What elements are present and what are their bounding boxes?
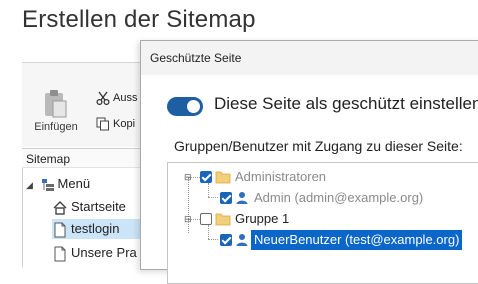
cut-button[interactable]: Auss <box>96 90 137 106</box>
cut-label: Auss <box>113 92 138 104</box>
access-tree: ⊟ ⊟ Administratoren Admin (admin@example… <box>167 162 478 284</box>
sitemap-icon <box>41 178 54 191</box>
sitemap-item-label: Unsere Pra <box>71 245 137 260</box>
protect-toggle-label: Diese Seite als geschützt einstellen <box>214 94 478 113</box>
checkbox-admin[interactable] <box>220 192 232 204</box>
user-icon <box>236 192 248 204</box>
collapse-icon[interactable]: ⊟ <box>184 172 192 183</box>
sitemap-item-startseite[interactable]: Startseite <box>52 197 126 217</box>
copy-icon <box>96 117 109 131</box>
tree-item-label: Admin (admin@example.org) <box>254 190 424 205</box>
sitemap-item-unsere-praxis[interactable]: Unsere Pra <box>52 243 137 263</box>
folder-icon <box>215 213 231 226</box>
tree-connector <box>208 197 218 198</box>
checkbox-neuerbenutzer[interactable] <box>220 234 232 246</box>
page-icon <box>54 246 66 262</box>
paste-button[interactable]: Einfügen <box>30 88 82 138</box>
copy-button[interactable]: Kopi <box>96 116 135 132</box>
home-icon <box>53 200 67 215</box>
tree-connector <box>208 225 209 239</box>
tree-item-label: Gruppe 1 <box>235 211 290 226</box>
checkbox-gruppe-1[interactable] <box>200 213 212 225</box>
paste-label: Einfügen <box>34 121 78 133</box>
expand-arrow-icon[interactable]: ◢ <box>26 180 33 190</box>
scissors-icon <box>96 91 110 106</box>
dialog-title: Geschützte Seite <box>141 41 478 75</box>
page-icon <box>54 222 66 238</box>
sitemap-item-label: Startseite <box>71 199 126 214</box>
copy-label: Kopi <box>113 118 136 130</box>
tree-connector <box>208 183 209 197</box>
protected-page-dialog: Geschützte Seite Diese Seite als geschüt… <box>140 40 478 284</box>
protect-toggle[interactable] <box>167 97 203 116</box>
folder-icon <box>215 171 231 184</box>
sitemap-item-label: testlogin <box>71 221 120 236</box>
toggle-knob <box>187 100 200 113</box>
tree-connector <box>208 239 218 240</box>
user-icon <box>236 234 248 246</box>
collapse-icon[interactable]: ⊟ <box>184 214 192 225</box>
tree-item-label: NeuerBenutzer (test@example.org) <box>251 230 463 250</box>
checkbox-administratoren[interactable] <box>200 171 212 183</box>
sitemap-item-menu[interactable]: ◢ Menü <box>26 174 90 194</box>
clipboard-icon <box>45 90 67 118</box>
sitemap-item-label: Menü <box>57 176 91 191</box>
tree-item-label: Administratoren <box>235 169 327 184</box>
access-label: Gruppen/Benutzer mit Zugang zu dieser Se… <box>174 138 463 154</box>
page-title: Erstellen der Sitemap <box>22 6 256 33</box>
